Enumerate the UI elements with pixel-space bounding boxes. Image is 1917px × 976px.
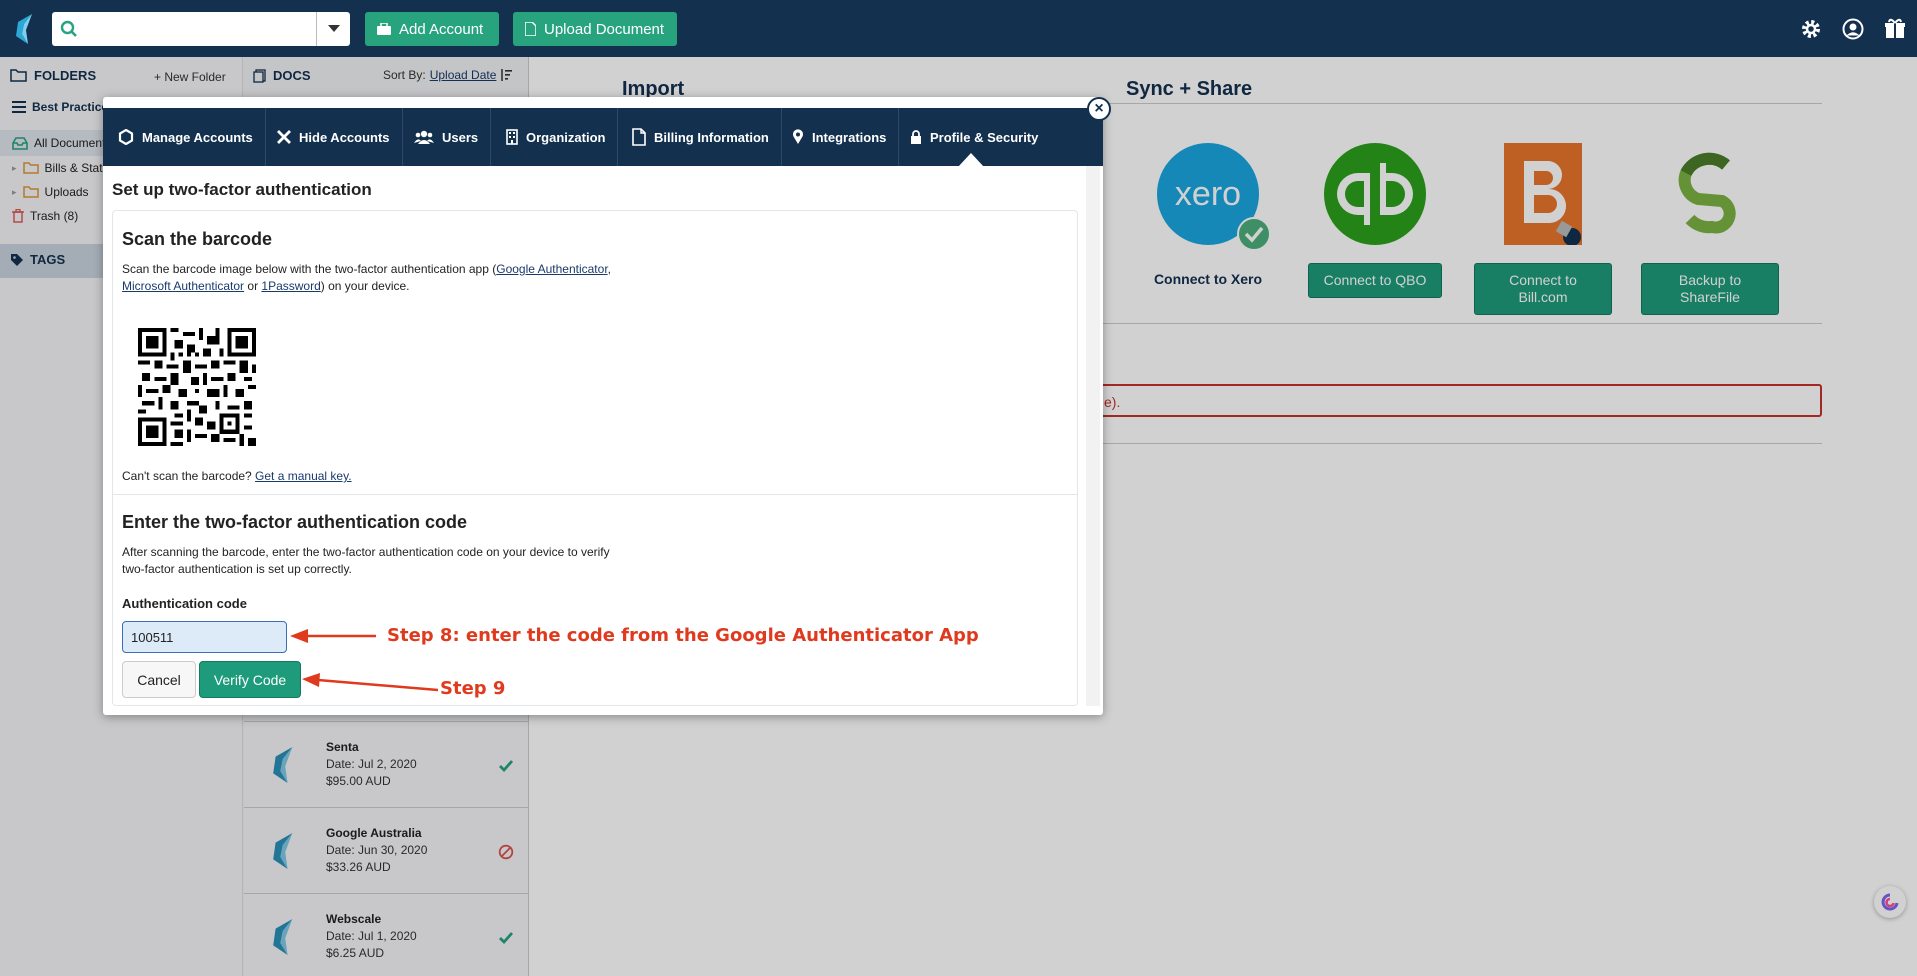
divider [113,494,1077,495]
x-icon [277,130,291,144]
1password-link[interactable]: 1Password [261,279,320,293]
manual-key-row: Can't scan the barcode? Get a manual key… [122,469,352,483]
active-tab-indicator [958,153,984,167]
scan-instructions: Scan the barcode image below with the tw… [122,262,611,293]
search-dropdown-button[interactable] [316,12,350,46]
scan-barcode-heading: Scan the barcode [122,229,273,249]
building-icon [506,129,518,145]
cancel-button[interactable]: Cancel [122,661,196,698]
step8-annotation: Step 8: enter the code from the Google A… [387,625,979,646]
upload-document-button[interactable]: Upload Document [513,12,677,46]
tab-hide-accounts[interactable]: Hide Accounts [265,108,403,166]
modal-scrollbar[interactable] [1086,166,1100,706]
step9-arrow-icon [302,673,439,692]
global-search-box[interactable] [52,12,350,46]
close-icon: × [1094,100,1104,117]
settings-gear-icon[interactable] [1799,17,1823,41]
search-icon [60,20,77,37]
users-icon [414,130,434,144]
qr-code-image [138,328,256,446]
gift-icon[interactable] [1883,17,1907,41]
add-account-label: Add Account [399,20,484,38]
upload-document-label: Upload Document [544,20,665,38]
lock-icon [911,130,921,144]
get-manual-key-link[interactable]: Get a manual key. [255,469,352,483]
auth-code-label: Authentication code [122,596,247,611]
tab-organization[interactable]: Organization [494,108,619,166]
app-logo-icon[interactable] [10,12,40,46]
enter-code-heading: Enter the two-factor authentication code [122,512,468,532]
caret-down-icon [327,25,340,32]
add-account-button[interactable]: Add Account [365,12,499,46]
hexagon-icon [118,129,134,145]
google-authenticator-link[interactable]: Google Authenticator [496,262,607,276]
microsoft-authenticator-link[interactable]: Microsoft Authenticator [122,279,244,293]
tab-manage-accounts[interactable]: Manage Accounts [106,108,266,166]
document-icon [525,22,536,36]
user-account-icon[interactable] [1841,17,1865,41]
map-pin-icon [793,129,803,144]
file-icon [632,128,646,146]
step8-arrow-icon [290,629,376,643]
tab-users[interactable]: Users [402,108,492,166]
step9-annotation: Step 9 [440,678,506,699]
briefcase-icon [377,23,391,35]
close-modal-button[interactable]: × [1087,97,1111,121]
enter-code-instructions: After scanning the barcode, enter the tw… [122,545,610,576]
verify-code-button[interactable]: Verify Code [199,661,301,698]
modal-title: Set up two-factor authentication [112,180,372,199]
tab-integrations[interactable]: Integrations [780,108,900,166]
tab-billing-information[interactable]: Billing Information [620,108,782,166]
auth-code-input[interactable] [122,621,287,653]
